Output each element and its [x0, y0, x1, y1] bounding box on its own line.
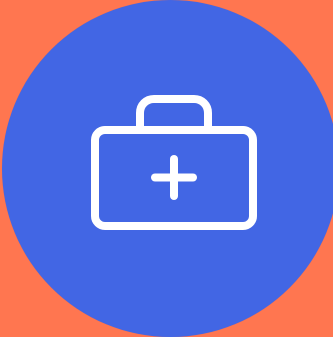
medical-kit-icon — [91, 95, 257, 230]
app-icon-canvas — [0, 0, 333, 337]
